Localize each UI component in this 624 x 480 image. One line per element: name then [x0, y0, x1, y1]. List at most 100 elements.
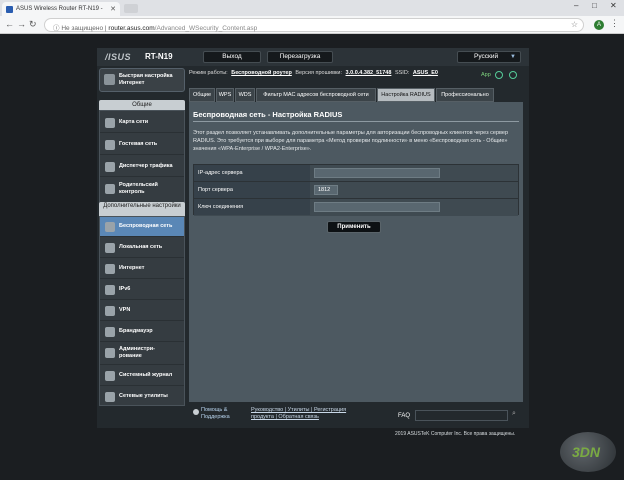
profile-avatar[interactable]: A	[594, 20, 604, 30]
network-map-icon	[105, 118, 115, 128]
title-divider	[193, 121, 519, 122]
browser-menu-icon[interactable]: ⋮	[610, 18, 619, 29]
wireless-icon	[105, 222, 115, 232]
advanced-nav: Беспроводная сеть Локальная сеть Интерне…	[99, 216, 185, 406]
forward-icon[interactable]: →	[17, 19, 26, 29]
language-select[interactable]: Русский ▼	[457, 51, 521, 63]
traffic-icon	[105, 162, 115, 172]
sidebar-item-label: Сетевые утилиты	[119, 393, 168, 399]
tab-radius[interactable]: Настройка RADIUS	[377, 88, 435, 102]
sidebar-item-lan[interactable]: Локальная сеть	[100, 238, 184, 258]
status-bar: Режим работы: Беспроводной роутер Версия…	[189, 70, 523, 82]
back-icon[interactable]: ←	[5, 19, 14, 29]
mode-link[interactable]: Беспроводной роутер	[231, 70, 292, 76]
chevron-down-icon: ▼	[510, 54, 516, 60]
url-host: router.asus.com	[108, 25, 155, 32]
maximize-icon[interactable]: □	[592, 1, 597, 10]
globe-icon	[105, 264, 115, 274]
security-warning: Не защищено	[61, 25, 104, 32]
logout-button[interactable]: Выход	[203, 51, 261, 63]
footer-links-1[interactable]: Руководство | Утилиты | Регистрация	[251, 407, 346, 413]
watermark-text: 3DN	[572, 444, 601, 460]
ssid-label: SSID:	[394, 70, 410, 76]
tab-professional[interactable]: Профессионально	[436, 88, 494, 102]
sidebar-item-vpn[interactable]: VPN	[100, 301, 184, 321]
settings-tabs: Общие WPS WDS Фильтр MAC адресов беспров…	[189, 88, 523, 102]
sidebar-item-wan[interactable]: Интернет	[100, 259, 184, 279]
lan-icon	[105, 243, 115, 253]
new-tab-button[interactable]	[124, 4, 138, 13]
page-description: Этот раздел позволяет устанавливать допо…	[193, 130, 509, 152]
radius-settings-panel: Беспроводная сеть - Настройка RADIUS Это…	[189, 102, 523, 402]
footer-links-2[interactable]: продукта | Обратная связь	[251, 414, 319, 420]
window-close-icon[interactable]: ✕	[610, 1, 617, 10]
mode-label: Режим работы:	[189, 70, 228, 76]
faq-label: FAQ	[398, 413, 411, 419]
help-support-link[interactable]: Помощь & Поддержка	[201, 407, 237, 420]
sidebar-item-label: Диспетчер трафика	[119, 163, 173, 169]
sidebar-item-wireless[interactable]: Беспроводная сеть	[100, 217, 184, 237]
sidebar-item-label: Беспроводная сеть	[119, 223, 173, 229]
router-topbar: /ISUS RT-N19 Выход Перезагрузка Русский …	[97, 48, 529, 66]
sidebar-item-label: Карта сети	[119, 119, 149, 125]
page-title: Беспроводная сеть - Настройка RADIUS	[193, 110, 343, 119]
firmware-link[interactable]: 3.0.0.4.382_51748	[346, 70, 392, 76]
sidebar-item-administration[interactable]: Администри-рование	[100, 343, 184, 365]
sidebar-item-traffic-manager[interactable]: Диспетчер трафика	[100, 157, 184, 177]
sidebar-item-firewall[interactable]: Брандмауэр	[100, 322, 184, 342]
close-tab-icon[interactable]: ✕	[110, 5, 116, 13]
tools-icon	[105, 392, 115, 402]
reload-icon[interactable]: ↻	[29, 19, 37, 30]
guest-network-icon	[105, 140, 115, 150]
reboot-button[interactable]: Перезагрузка	[267, 51, 333, 63]
connection-key-label: Ключ соединения	[194, 199, 310, 215]
connection-key-input[interactable]	[314, 202, 440, 212]
tab-wps[interactable]: WPS	[216, 88, 234, 102]
sidebar-item-guest-network[interactable]: Гостевая сеть	[100, 135, 184, 155]
server-ip-input[interactable]	[314, 168, 440, 178]
tab-wds[interactable]: WDS	[235, 88, 255, 102]
sidebar-item-network-tools[interactable]: Сетевые утилиты	[100, 387, 184, 407]
parental-control-icon	[105, 184, 115, 194]
address-input[interactable]: ⓘ Не защищено | router.asus.com/Advanced…	[44, 18, 584, 32]
quick-setup-button[interactable]: Быстрая настройка Интернет	[99, 68, 185, 92]
server-port-label: Порт сервера	[194, 182, 310, 198]
address-bar-row: ← → ↻ ⓘ Не защищено | router.asus.com/Ad…	[0, 16, 624, 34]
browser-tab-strip: ASUS Wireless Router RT-N19 - ✕ – □ ✕	[0, 0, 624, 16]
usb-status-icon[interactable]	[495, 71, 503, 79]
sidebar-item-system-log[interactable]: Системный журнал	[100, 366, 184, 386]
sidebar: Быстрая настройка Интернет Общие Карта с…	[99, 68, 185, 428]
server-port-input[interactable]: 1812	[314, 185, 338, 195]
sidebar-item-label: VPN	[119, 307, 131, 313]
help-icon	[193, 409, 199, 415]
sidebar-item-parental-control[interactable]: Родительский контроль	[100, 179, 184, 203]
search-icon[interactable]: ⌕	[512, 410, 523, 421]
sidebar-item-ipv6[interactable]: IPv6	[100, 280, 184, 300]
general-nav: Карта сети Гостевая сеть Диспетчер трафи…	[99, 110, 185, 204]
browser-tab-title: ASUS Wireless Router RT-N19 -	[16, 6, 103, 12]
faq-search-input[interactable]	[415, 410, 508, 421]
sidebar-item-label: Гостевая сеть	[119, 141, 158, 147]
app-label[interactable]: App	[481, 72, 491, 78]
apply-button[interactable]: Применить	[327, 221, 381, 233]
sidebar-item-label: Администри-рование	[119, 346, 155, 359]
log-icon	[105, 371, 115, 381]
radius-form: IP-адрес сервера Порт сервера 1812 Ключ …	[193, 164, 519, 216]
asus-logo: /ISUS	[105, 52, 132, 62]
sidebar-item-label: Системный журнал	[119, 372, 173, 378]
sidebar-item-network-map[interactable]: Карта сети	[100, 113, 184, 133]
ssid-link[interactable]: ASUS_E0	[413, 70, 438, 76]
tab-general[interactable]: Общие	[189, 88, 215, 102]
network-status-icon[interactable]	[509, 71, 517, 79]
sidebar-item-label: Интернет	[119, 265, 145, 271]
bookmark-star-icon[interactable]: ☆	[571, 20, 578, 29]
browser-tab[interactable]: ASUS Wireless Router RT-N19 - ✕	[2, 2, 120, 16]
admin-icon	[105, 348, 115, 358]
sidebar-item-label: Брандмауэр	[119, 328, 153, 334]
site-watermark-logo: 3DN	[560, 432, 616, 472]
sidebar-item-label: Локальная сеть	[119, 244, 163, 250]
copyright: 2019 ASUSTeK Computer Inc. Все права защ…	[395, 431, 516, 437]
minimize-icon[interactable]: –	[574, 1, 578, 10]
form-row-server-ip: IP-адрес сервера	[194, 165, 518, 182]
tab-mac-filter[interactable]: Фильтр MAC адресов беспроводной сети	[256, 88, 376, 102]
